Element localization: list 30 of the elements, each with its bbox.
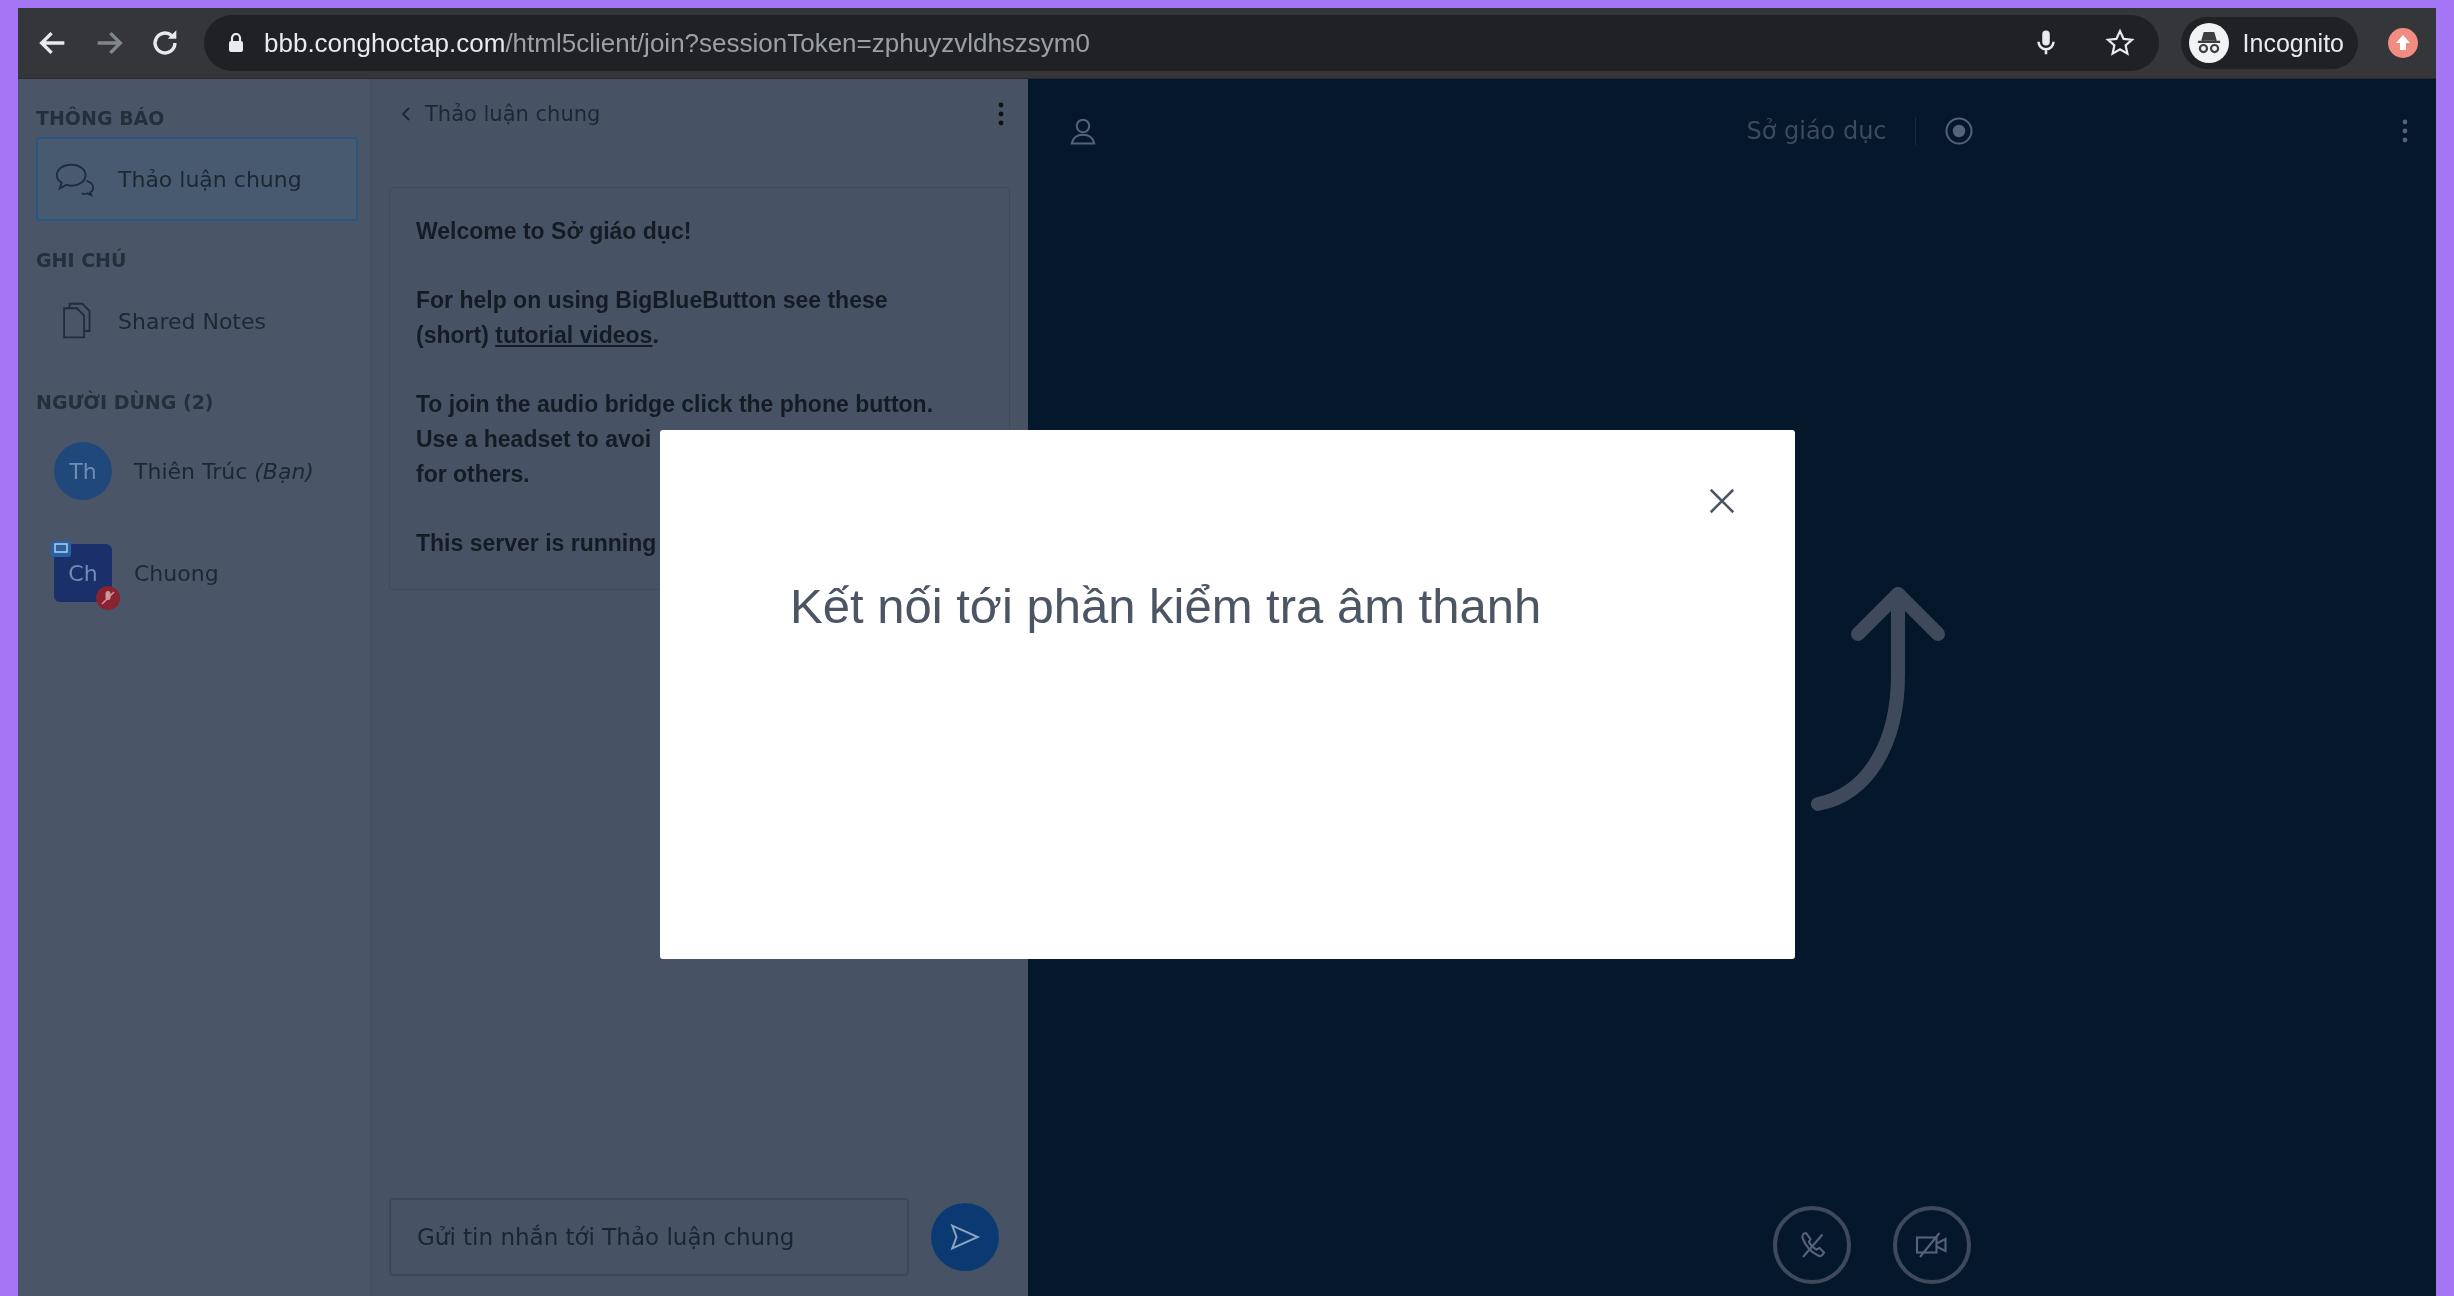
item-label: Thảo luận chung xyxy=(118,166,302,192)
message-line: This server is running xyxy=(416,529,658,558)
user-icon[interactable] xyxy=(1068,116,1098,146)
message-line: To join the audio bridge click the phone button. xyxy=(416,390,935,419)
message-line: for others. xyxy=(416,460,531,489)
sidebar-item[interactable]: Thảo luận chung xyxy=(36,137,358,221)
more-options-icon[interactable] xyxy=(998,102,1004,126)
meeting-title: Sở giáo dục xyxy=(1746,117,1887,145)
update-icon[interactable] xyxy=(2388,28,2418,58)
muted-microphone-icon xyxy=(96,586,120,610)
url-text: bbb.conghoctap.com/html5client/join?sessionToken=zphuyzvldhszsym0 xyxy=(264,27,1090,59)
message-line: Welcome to Sở giáo dục! xyxy=(416,217,693,246)
dialog-title: Kết nối tới phần kiểm tra âm thanh xyxy=(790,578,1543,634)
incognito-icon xyxy=(2188,23,2229,63)
tutorial-link[interactable]: tutorial videos xyxy=(495,322,653,348)
more-options-icon[interactable] xyxy=(2402,119,2408,143)
message-line: (short) tutorial videos. xyxy=(416,321,660,350)
star-icon[interactable] xyxy=(2104,28,2135,58)
message-line: Use a headset to avoi xyxy=(416,425,653,454)
incognito-profile-button[interactable]: Incognito xyxy=(2180,17,2358,69)
join-audio-button[interactable] xyxy=(1773,1206,1851,1284)
chevron-left-icon xyxy=(401,106,411,122)
lock-icon xyxy=(228,33,244,53)
record-icon[interactable] xyxy=(1943,116,1974,146)
user-avatar: Th xyxy=(54,442,112,500)
video-button[interactable] xyxy=(1893,1206,1971,1284)
message-line: For help on using BigBlueButton see these xyxy=(416,286,889,315)
presenter-icon xyxy=(50,540,72,558)
close-icon[interactable] xyxy=(1707,486,1737,516)
address-bar[interactable]: bbb.conghoctap.com/html5client/join?sessionToken=zphuyzvldhszsym0 xyxy=(204,15,2159,71)
